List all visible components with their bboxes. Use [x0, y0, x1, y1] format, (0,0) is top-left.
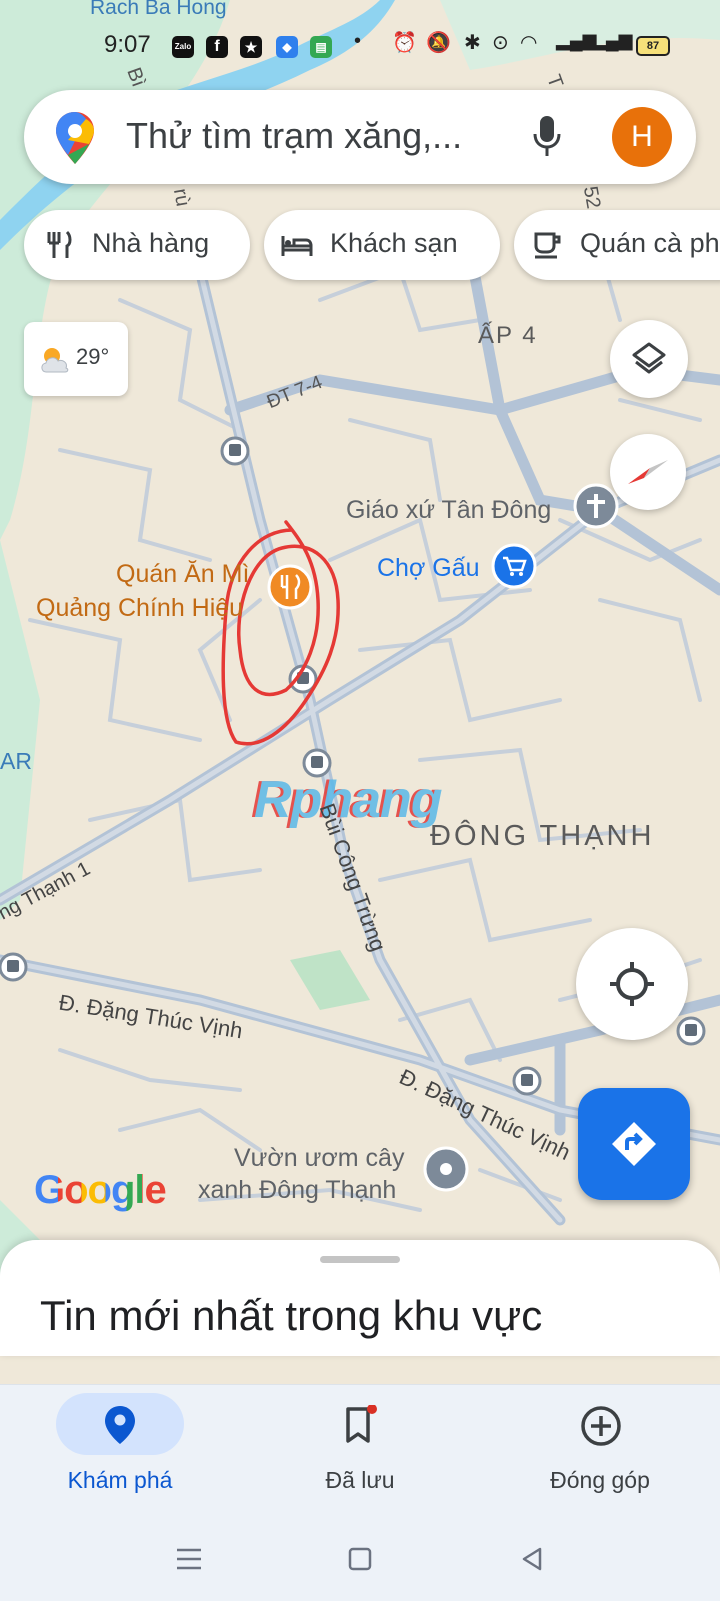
- star-app-icon: ★: [240, 36, 262, 58]
- add-circle-icon: [581, 1406, 621, 1446]
- chip-label: Quán cà phê: [580, 228, 720, 258]
- nav-label: Đã lưu: [325, 1467, 395, 1493]
- map-label-giao-xu[interactable]: Giáo xứ Tân Đông: [346, 496, 551, 525]
- bus-stop-icon[interactable]: [220, 436, 250, 466]
- avatar[interactable]: H: [612, 107, 672, 167]
- chip-cafes[interactable]: Quán cà phê: [514, 210, 720, 280]
- directions-button[interactable]: [578, 1088, 690, 1200]
- search-input[interactable]: Thử tìm trạm xăng,...: [126, 115, 462, 157]
- bluetooth-icon: ✱: [464, 32, 481, 54]
- google-logo-text: Google: [34, 1168, 167, 1212]
- status-bar: 9:07 Zalo f ★ ◆ ▤ • ⏰ 🔕 ✱ ⊙ ◠ ▂▄▆ ▂▄▆: [0, 28, 720, 68]
- my-location-icon: [610, 962, 654, 1006]
- bottom-sheet[interactable]: Tin mới nhất trong khu vực: [0, 1240, 720, 1356]
- cafe-icon: [534, 232, 561, 259]
- nav-explore[interactable]: Khám phá: [0, 1385, 240, 1515]
- bus-stop-icon[interactable]: [0, 952, 28, 982]
- map-label-quan-an-line1[interactable]: Quán Ăn Mì: [116, 560, 249, 589]
- maps-logo-icon: [56, 112, 94, 164]
- church-pin-icon[interactable]: [573, 483, 619, 529]
- signal-icon: ▂▄▆: [556, 30, 597, 50]
- nav-contribute[interactable]: Đóng góp: [480, 1385, 720, 1515]
- google-logo: Google: [34, 1168, 167, 1213]
- nav-label: Đóng góp: [550, 1467, 650, 1493]
- wifi-icon: ◠: [520, 32, 538, 54]
- messaging-icon: ◆: [276, 36, 298, 58]
- map-label-vuon-uom-line1[interactable]: Vườn ươm cây: [234, 1144, 404, 1173]
- map-label-ap4: ẤP 4: [478, 322, 538, 349]
- mute-icon: 🔕: [426, 32, 451, 54]
- restaurant-icon: [47, 230, 72, 258]
- bus-stop-icon[interactable]: [676, 1016, 706, 1046]
- bottom-sheet-title: Tin mới nhất trong khu vực: [40, 1292, 543, 1339]
- hotel-icon: [281, 236, 313, 256]
- map-label-road-52: 52: [578, 184, 605, 211]
- map-label-vuon-uom-line2[interactable]: xanh Đông Thạnh: [198, 1176, 396, 1205]
- system-home-icon[interactable]: [346, 1545, 374, 1573]
- alarm-icon: ⏰: [392, 32, 417, 54]
- system-back-icon[interactable]: [518, 1545, 546, 1573]
- dot-icon: •: [354, 30, 362, 52]
- restaurant-pin-icon[interactable]: [267, 564, 313, 610]
- bottom-nav: Khám phá Đã lưu Đóng góp: [0, 1384, 720, 1601]
- directions-icon: [612, 1122, 656, 1166]
- system-menu-icon[interactable]: [174, 1545, 204, 1573]
- signal-icon: ▂▄▆: [592, 30, 633, 50]
- battery-icon: 87: [636, 36, 670, 56]
- layers-icon: [632, 342, 666, 374]
- status-time: 9:07: [104, 31, 151, 58]
- map-label-dong-thanh: ĐÔNG THẠNH: [430, 820, 655, 852]
- my-location-button[interactable]: [576, 928, 688, 1040]
- map-label-cho-gau[interactable]: Chợ Gấu: [377, 554, 480, 583]
- compass-button[interactable]: [610, 434, 686, 510]
- mic-icon[interactable]: [532, 114, 562, 158]
- chat-icon: ▤: [310, 36, 332, 58]
- map-label-ar: AR: [0, 748, 32, 774]
- explore-pin-icon: [105, 1406, 135, 1444]
- search-bar[interactable]: Thử tìm trạm xăng,... H: [24, 90, 696, 184]
- layers-button[interactable]: [610, 320, 688, 398]
- bus-stop-icon[interactable]: [512, 1066, 542, 1096]
- park-pin-icon[interactable]: [423, 1146, 469, 1192]
- chip-hotels[interactable]: Khách sạn: [264, 210, 500, 280]
- map-label-quan-an-line2[interactable]: Quảng Chính Hiệu: [36, 594, 243, 623]
- chip-label: Khách sạn: [330, 228, 458, 258]
- drag-handle[interactable]: [320, 1256, 400, 1263]
- zalo-icon: Zalo: [172, 36, 194, 58]
- chip-label: Nhà hàng: [92, 228, 210, 258]
- weather-temp: 29°: [76, 344, 110, 369]
- watermark-logo: Rphang: [254, 771, 443, 829]
- weather-widget[interactable]: 29°: [24, 322, 128, 396]
- bookmark-icon: [346, 1405, 377, 1443]
- nav-saved[interactable]: Đã lưu: [240, 1385, 480, 1515]
- partly-cloudy-icon: [41, 348, 69, 373]
- facebook-icon: f: [206, 36, 228, 58]
- nav-label: Khám phá: [67, 1467, 173, 1493]
- shopping-pin-icon[interactable]: [491, 543, 537, 589]
- chip-restaurants[interactable]: Nhà hàng: [24, 210, 250, 280]
- map-label-rach-ba-hong: Rach Ba Hong: [90, 0, 227, 19]
- compass-icon: [628, 460, 668, 484]
- location-icon: ⊙: [492, 32, 509, 54]
